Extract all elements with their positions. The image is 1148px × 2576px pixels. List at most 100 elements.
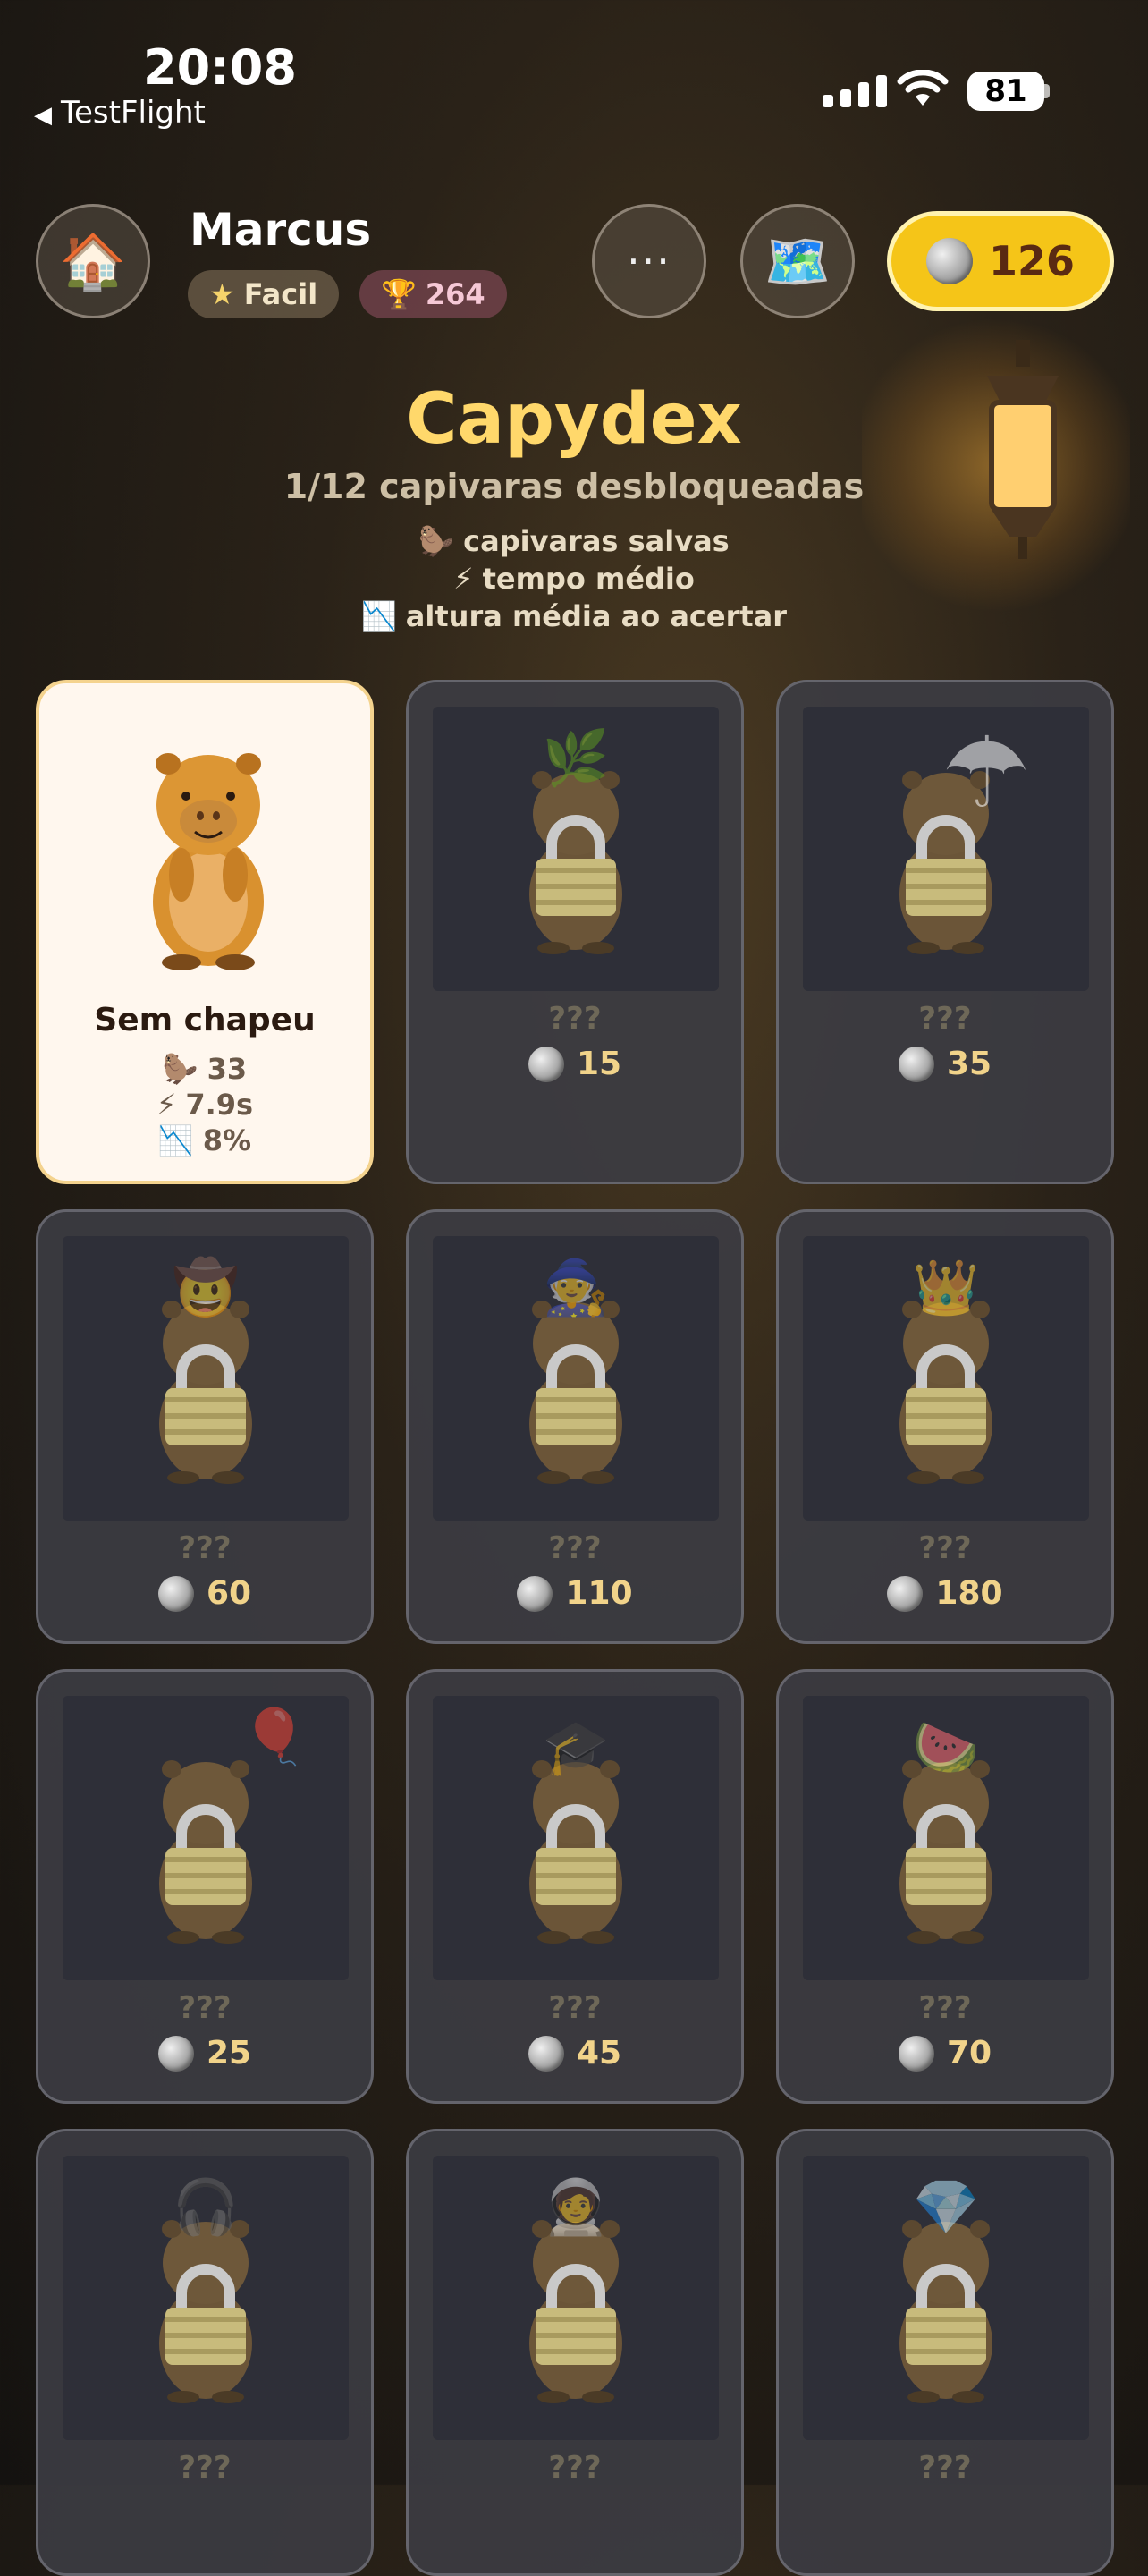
locked-capybara-thumbnail: 🍉 (803, 1696, 1089, 1980)
locked-capybara-thumbnail: 🤠 (63, 1236, 349, 1521)
locked-capybara-name: ??? (548, 2450, 602, 2486)
lightning-icon: ⚡ (156, 1088, 177, 1122)
unlock-price: 35 (779, 1046, 1111, 1082)
star-icon: ★ (209, 277, 235, 311)
chart-down-icon: 📉 (157, 1123, 194, 1157)
battery-indicator: 81 (967, 72, 1044, 111)
locked-capybara-thumbnail: 🎓 (433, 1696, 719, 1980)
locked-capybara-name: ??? (178, 2450, 232, 2486)
legend-height-label: altura média ao acertar (405, 599, 788, 633)
padlock-icon (897, 812, 995, 919)
balloon-hat-icon: 🎈 (241, 1706, 308, 1768)
map-button[interactable]: 🗺️ (740, 204, 855, 318)
unlock-price: 110 (409, 1575, 741, 1612)
home-button[interactable]: 🏠 (36, 204, 150, 318)
locked-capybara-card[interactable]: 🍉??? 70 (776, 1669, 1114, 2104)
stat-saved: 🦫 33 (39, 1052, 370, 1086)
battery-tip (1044, 84, 1050, 98)
locked-capybara-name: ??? (918, 1001, 972, 1037)
stat-height: 📉 8% (39, 1123, 370, 1157)
padlock-icon (156, 1801, 255, 1909)
unlock-price: 70 (779, 2035, 1111, 2072)
locked-capybara-card[interactable]: 👑??? 180 (776, 1209, 1114, 1644)
stat-height-value: 8% (202, 1123, 252, 1157)
padlock-icon (527, 1342, 625, 1449)
status-bar: 20:08 ◀ TestFlight 81 (0, 0, 1148, 143)
stat-time: ⚡ 7.9s (39, 1088, 370, 1122)
legend-saved-label: capivaras salvas (463, 524, 730, 558)
leaf-hat-icon: 🌿 (542, 727, 610, 790)
trophy-badge: 🏆 264 (359, 270, 507, 318)
coins-balance-button[interactable]: 126 (887, 211, 1114, 311)
coin-icon (898, 2035, 934, 2072)
padlock-icon (527, 2261, 625, 2368)
coin-icon (887, 1575, 924, 1612)
player-name: Marcus (190, 204, 372, 256)
stat-time-value: 7.9s (185, 1088, 254, 1122)
locked-capybara-name: ??? (548, 1530, 602, 1566)
unlock-price-value: 15 (576, 1046, 622, 1082)
padlock-icon (156, 2261, 255, 2368)
legend-saved: 🦫 capivaras salvas (0, 524, 1148, 558)
unlock-price-value: 110 (565, 1575, 633, 1612)
locked-capybara-thumbnail: ☂ (803, 707, 1089, 991)
crown-hat-icon: 👑 (912, 1257, 980, 1319)
locked-capybara-card[interactable]: 🧙??? 110 (406, 1209, 744, 1644)
coin-icon (898, 1046, 934, 1082)
locked-capybara-card[interactable]: 🎈??? 25 (36, 1669, 374, 2104)
trophy-count: 264 (425, 277, 485, 311)
legend-time-label: tempo médio (482, 562, 695, 596)
locked-capybara-card[interactable]: 🎓??? 45 (406, 1669, 744, 2104)
difficulty-badge: ★ Facil (188, 270, 340, 318)
map-icon: 🗺️ (764, 230, 831, 293)
coin-icon (157, 1575, 194, 1612)
unlock-price: 60 (38, 1575, 371, 1612)
stat-saved-value: 33 (207, 1052, 248, 1086)
locked-capybara-name: ??? (548, 1990, 602, 2026)
locked-capybara-name: ??? (918, 1530, 972, 1566)
padlock-icon (897, 1801, 995, 1909)
locked-capybara-card[interactable]: 🌿??? 15 (406, 680, 744, 1184)
locked-capybara-name: ??? (178, 1530, 232, 1566)
status-time: 20:08 (143, 39, 297, 96)
locked-capybara-name: ??? (548, 1001, 602, 1037)
unlock-price-value: 180 (935, 1575, 1003, 1612)
more-options-button[interactable]: ··· (592, 204, 706, 318)
cellular-signal-icon (823, 75, 887, 107)
coin-icon (925, 238, 973, 284)
unlock-price-value: 25 (206, 2035, 252, 2072)
unlock-price-value: 45 (576, 2035, 622, 2072)
locked-capybara-thumbnail: 🎈 (63, 1696, 349, 1980)
back-to-testflight-link[interactable]: ◀ TestFlight (34, 95, 206, 131)
padlock-icon (527, 1801, 625, 1909)
locked-capybara-card[interactable]: 🧑‍🚀??? (406, 2129, 744, 2576)
unlock-price: 25 (38, 2035, 371, 2072)
wifi-icon (897, 70, 949, 106)
back-label: TestFlight (61, 95, 206, 131)
locked-capybara-card[interactable]: ☂??? 35 (776, 680, 1114, 1184)
locked-capybara-name: ??? (918, 1990, 972, 2026)
coin-icon (528, 1046, 564, 1082)
headphones-hat-icon: 🎧 (172, 2176, 240, 2239)
locked-capybara-name: ??? (178, 1990, 232, 2026)
locked-capybara-thumbnail: 💎 (803, 2156, 1089, 2440)
locked-capybara-thumbnail: 🎧 (63, 2156, 349, 2440)
unlock-price-value: 35 (946, 1046, 992, 1082)
locked-capybara-name: ??? (918, 2450, 972, 2486)
capybara-icon: 🦫 (418, 524, 455, 558)
legend-height: 📉 altura média ao acertar (0, 599, 1148, 633)
locked-capybara-card[interactable]: 🤠??? 60 (36, 1209, 374, 1644)
locked-capybara-thumbnail: 🌿 (433, 707, 719, 991)
unlock-price: 180 (779, 1575, 1111, 1612)
locked-capybara-thumbnail: 🧑‍🚀 (433, 2156, 719, 2440)
lightning-icon: ⚡ (453, 562, 474, 596)
unlock-price: 45 (409, 2035, 741, 2072)
padlock-icon (156, 1342, 255, 1449)
cowboy-hat-icon: 🤠 (172, 1257, 240, 1319)
unlock-price-value: 60 (206, 1575, 252, 1612)
locked-capybara-card[interactable]: 💎??? (776, 2129, 1114, 2576)
legend-time: ⚡ tempo médio (0, 562, 1148, 596)
padlock-icon (897, 2261, 995, 2368)
capybara-card-sem-chapeu[interactable]: Sem chapeu 🦫 33 ⚡ 7.9s 📉 8% (36, 680, 374, 1184)
locked-capybara-card[interactable]: 🎧??? (36, 2129, 374, 2576)
